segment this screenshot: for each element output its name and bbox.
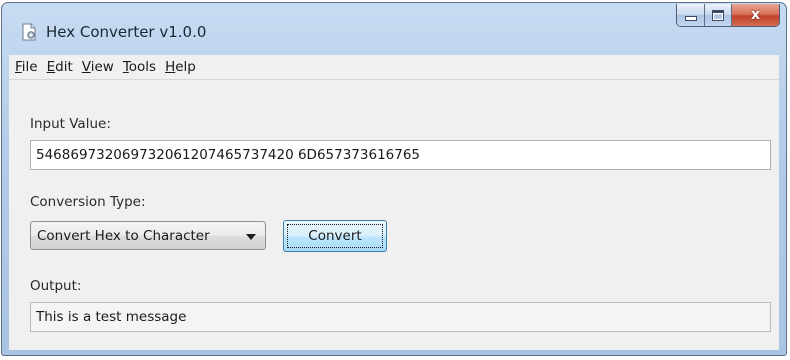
- menu-tools[interactable]: Tools: [119, 59, 161, 75]
- output-label: Output:: [30, 278, 82, 294]
- close-button[interactable]: x: [732, 4, 779, 26]
- minimize-icon: [684, 16, 697, 21]
- client-area: Input Value: 546869732069732061207465737…: [9, 80, 779, 350]
- menu-edit[interactable]: Edit: [43, 59, 78, 75]
- input-value-label: Input Value:: [30, 116, 111, 132]
- conversion-type-label: Conversion Type:: [30, 194, 146, 210]
- menu-bar: File Edit View Tools Help: [9, 55, 779, 80]
- minimize-button[interactable]: [677, 4, 705, 26]
- app-window: Hex Converter v1.0.0 x File Edit View To…: [1, 2, 787, 356]
- caption-buttons: x: [676, 4, 780, 27]
- close-icon: x: [750, 7, 761, 23]
- menu-file[interactable]: File: [11, 59, 43, 75]
- convert-button-label: Convert: [308, 228, 362, 244]
- maximize-button[interactable]: [705, 4, 732, 26]
- menu-view[interactable]: View: [78, 59, 119, 75]
- input-value-field[interactable]: 546869732069732061207465737420 6D6573736…: [30, 140, 771, 170]
- maximize-icon: [712, 9, 724, 21]
- window-title: Hex Converter v1.0.0: [46, 23, 207, 41]
- conversion-type-value: Convert Hex to Character: [37, 227, 210, 244]
- chevron-down-icon: [246, 234, 256, 240]
- title-bar[interactable]: Hex Converter v1.0.0 x: [2, 3, 786, 55]
- menu-help[interactable]: Help: [161, 59, 201, 75]
- output-field[interactable]: This is a test message: [30, 302, 771, 332]
- conversion-type-select[interactable]: Convert Hex to Character: [30, 221, 266, 250]
- document-gear-icon: [22, 23, 36, 41]
- convert-button[interactable]: Convert: [283, 220, 387, 252]
